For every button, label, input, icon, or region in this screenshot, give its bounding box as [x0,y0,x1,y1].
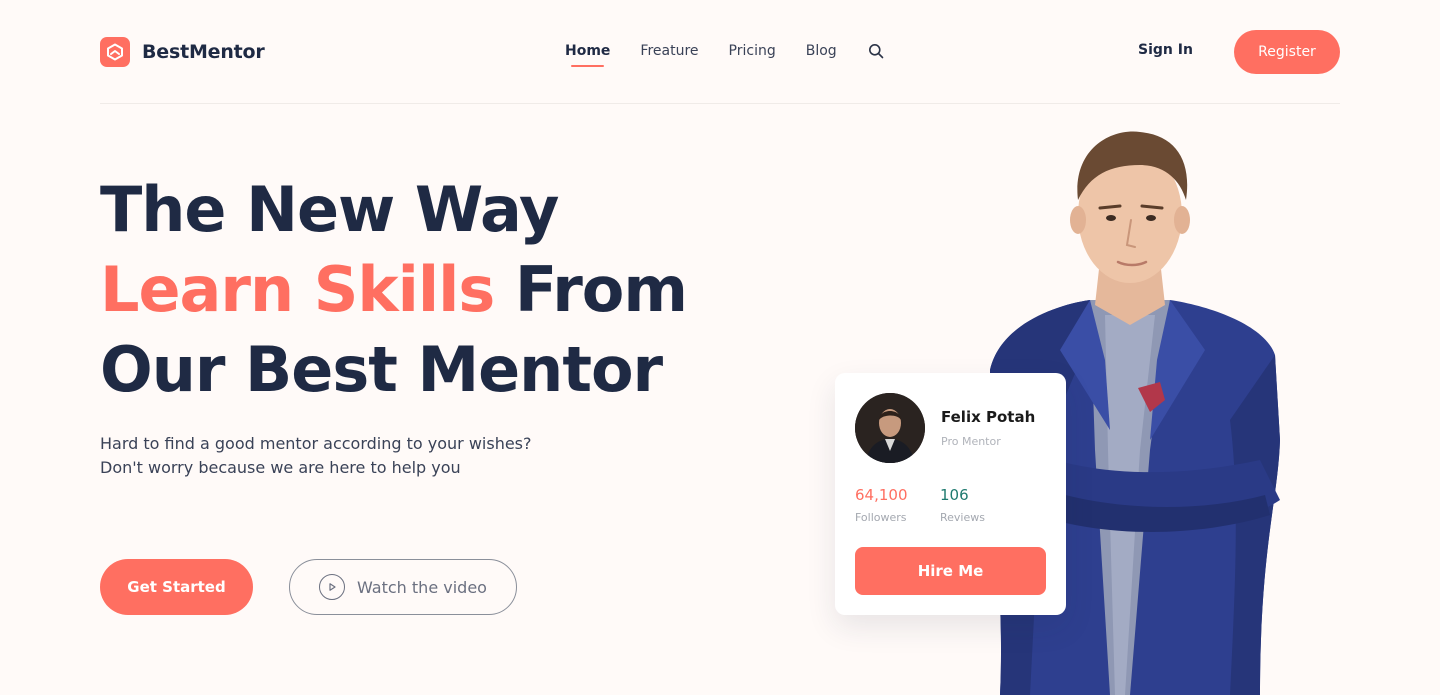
brand-name: BestMentor [142,41,265,63]
landing-page: BestMentor Home Freature Pricing Blog Si… [0,0,1440,695]
headline-accent: Learn Skills [100,253,495,326]
mentor-name: Felix Potah [941,408,1036,426]
subtitle-line-1: Hard to find a good mentor according to … [100,434,532,453]
headline-line-1: The New Way [100,173,559,246]
logo-icon [100,37,130,67]
register-button[interactable]: Register [1234,30,1340,74]
hero-subtitle: Hard to find a good mentor according to … [100,432,532,480]
headline-line-2: Learn Skills From [100,250,688,330]
brand-logo[interactable]: BestMentor [100,37,265,67]
mentor-role: Pro Mentor [941,435,1001,448]
sign-in-link[interactable]: Sign In [1138,42,1193,58]
watch-video-button[interactable]: Watch the video [289,559,517,615]
followers-label: Followers [855,511,907,524]
hire-me-button[interactable]: Hire Me [855,547,1046,595]
hero-headline: The New Way Learn Skills From Our Best M… [100,170,688,410]
watch-video-label: Watch the video [357,577,487,597]
reviews-count: 106 [940,486,969,504]
nav-item-feature[interactable]: Freature [640,43,698,59]
subtitle-line-2: Don't worry because we are here to help … [100,458,461,477]
nav-item-home[interactable]: Home [565,43,610,67]
play-circle-icon [319,574,345,600]
headline-line-3: Our Best Mentor [100,333,663,406]
nav-item-pricing[interactable]: Pricing [729,43,776,59]
main-nav: Home Freature Pricing Blog [565,42,885,67]
followers-count: 64,100 [855,486,908,504]
mentor-avatar [855,393,925,463]
reviews-label: Reviews [940,511,985,524]
search-icon[interactable] [867,42,885,60]
nav-item-blog[interactable]: Blog [806,43,837,59]
get-started-button[interactable]: Get Started [100,559,253,615]
headline-line-2-rest: From [494,253,688,326]
site-header: BestMentor Home Freature Pricing Blog Si… [100,0,1340,104]
mentor-card: Felix Potah Pro Mentor 64,100 Followers … [835,373,1066,615]
